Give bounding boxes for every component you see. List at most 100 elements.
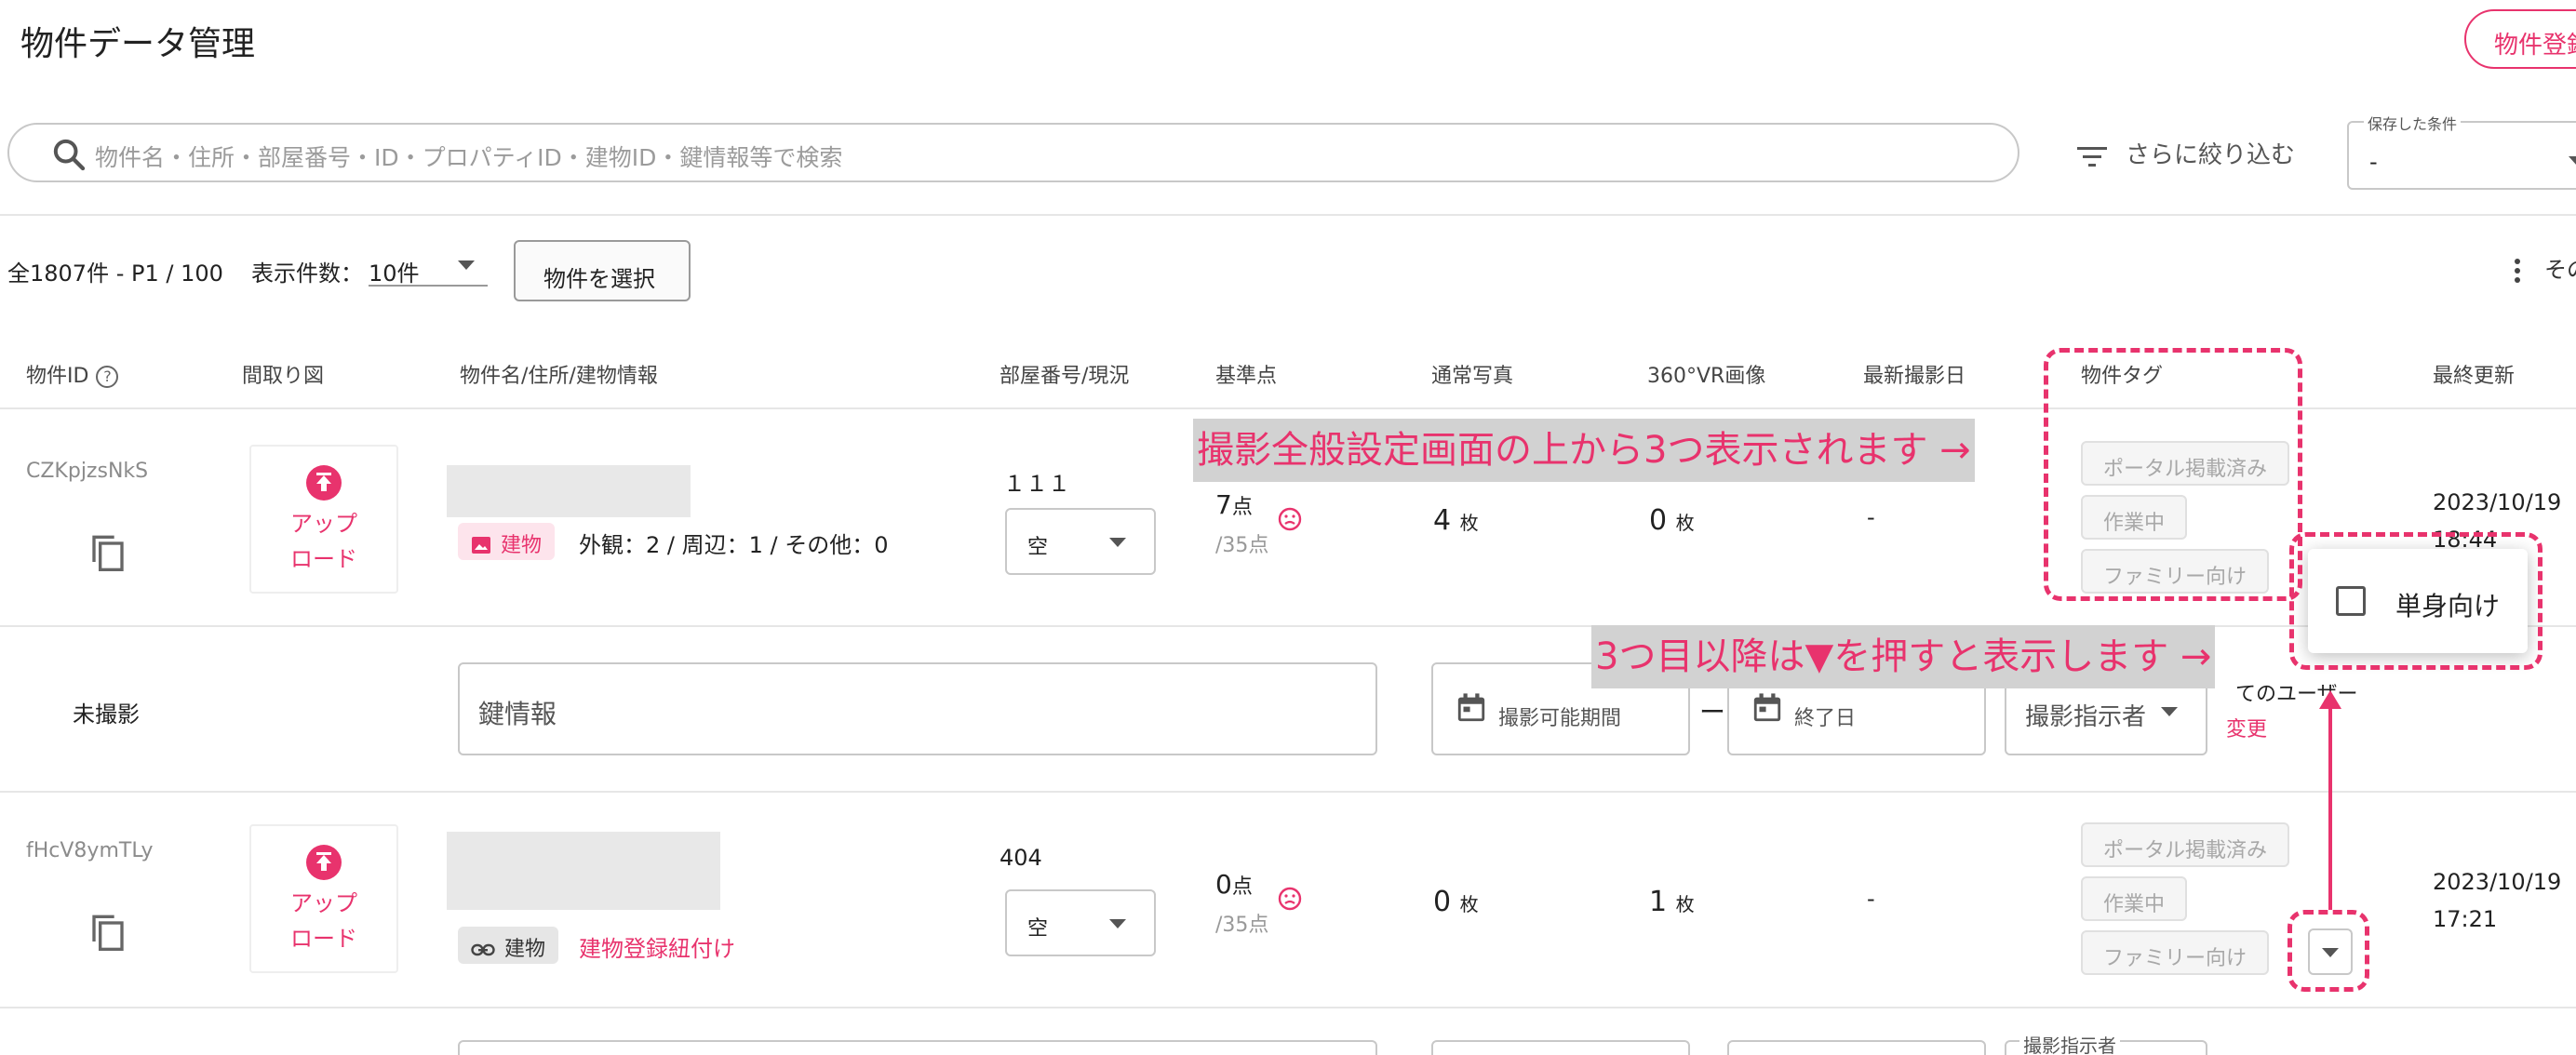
photo-count-value: 4	[1433, 504, 1452, 537]
floorplan-upload-button[interactable]: アップ ロード	[249, 445, 398, 594]
building-chip[interactable]: 建物	[458, 927, 559, 964]
tag-portal[interactable]: ポータル掲載済み	[2081, 822, 2290, 867]
shoot-period-end-input[interactable]	[1727, 1040, 1986, 1055]
chevron-down-icon	[2569, 156, 2576, 166]
search-bar[interactable]: 物件名・住所・部屋番号・ID・プロパティID・建物ID・鍵情報等で検索	[7, 123, 2019, 182]
tag-working[interactable]: 作業中	[2081, 876, 2188, 921]
divider	[0, 791, 2576, 793]
chevron-down-icon	[1109, 538, 1126, 547]
vr-count-value: 0	[1649, 504, 1668, 537]
per-page-select[interactable]: 10件	[369, 246, 488, 287]
property-id: fHcV8ymTLy	[26, 839, 154, 862]
expand-button-highlight-box	[2288, 910, 2369, 992]
photo-count-value: 0	[1433, 886, 1452, 918]
help-icon[interactable]: ?	[96, 366, 119, 388]
upload-label: ロード	[290, 546, 357, 572]
status-value: 空	[1027, 536, 1049, 559]
column-header-score: 基準点	[1215, 365, 1278, 388]
property-name-placeholder	[447, 465, 691, 517]
photo-breakdown: 外観：2 / 周辺：1 / その他：0	[579, 532, 889, 558]
building-link[interactable]: 建物登録紐付け	[579, 930, 735, 963]
column-header-updated: 最終更新	[2433, 365, 2516, 388]
shoot-status: 未撮影	[73, 701, 140, 728]
score-max: /35点	[1215, 914, 1269, 937]
unit-label: 枚	[1459, 893, 1479, 915]
updated-at: 2023/10/19 17:21	[2433, 863, 2561, 938]
search-icon	[53, 139, 86, 171]
column-header-latest-shoot: 最新撮影日	[1863, 365, 1966, 388]
key-info-placeholder: 鍵情報	[478, 699, 557, 729]
register-property-button[interactable]: 物件登録	[2464, 9, 2576, 69]
more-options-button[interactable]: その	[2515, 251, 2576, 287]
room-number: １１１	[1003, 471, 1070, 497]
more-filters-button[interactable]: さらに絞り込む	[2077, 136, 2295, 170]
chevron-down-icon	[2161, 707, 2178, 716]
change-link[interactable]: 変更	[2226, 713, 2267, 742]
status-select[interactable]: 空	[1005, 508, 1156, 575]
tags-highlight-box	[2044, 348, 2302, 601]
updated-date: 2023/10/19	[2433, 489, 2562, 515]
column-header-vr: 360°VR画像	[1647, 365, 1766, 388]
per-page-value: 10件	[369, 260, 420, 287]
column-header-name: 物件名/住所/建物情報	[460, 365, 658, 388]
search-input[interactable]: 物件名・住所・部屋番号・ID・プロパティID・建物ID・鍵情報等で検索	[95, 140, 842, 173]
floorplan-upload-button[interactable]: アップ ロード	[249, 824, 398, 973]
photo-count: 4 枚	[1433, 504, 1479, 537]
page-title: 物件データ管理	[20, 25, 256, 63]
divider	[0, 214, 2576, 216]
calendar-icon	[1753, 693, 1781, 722]
photo-count: 0 枚	[1433, 886, 1479, 918]
column-header-photos: 通常写真	[1431, 365, 1514, 388]
annotation-top: 撮影全般設定画面の上から3つ表示されます →	[1193, 419, 1975, 482]
score-unit: 点	[1231, 875, 1253, 899]
updated-date: 2023/10/19	[2433, 869, 2562, 895]
status-select[interactable]: 空	[1005, 889, 1156, 956]
score-unit: 点	[1231, 496, 1253, 519]
arrow-head-icon	[2319, 690, 2341, 709]
column-header-room: 部屋番号/現況	[1000, 365, 1130, 388]
per-page-label: 表示件数：	[251, 260, 363, 287]
room-number: 404	[1000, 845, 1042, 871]
building-chip-label: 建物	[501, 534, 543, 557]
key-info-input[interactable]	[458, 1040, 1377, 1055]
dropdown-highlight-box	[2289, 532, 2542, 670]
property-id: CZKpjzsNkS	[26, 460, 149, 483]
more-vert-icon	[2515, 255, 2522, 287]
filter-icon	[2077, 146, 2107, 167]
key-info-input[interactable]: 鍵情報	[458, 662, 1377, 755]
copy-icon[interactable]	[89, 912, 127, 953]
annotation-bottom: 3つ目以降は▼を押すと表示します →	[1591, 625, 2216, 688]
column-header-id-label: 物件ID	[26, 365, 89, 388]
result-count: 全1807件 - P1 / 100	[7, 260, 223, 287]
calendar-icon	[1457, 693, 1485, 722]
saved-conditions-select[interactable]: 保存した条件 -	[2347, 112, 2576, 190]
copy-icon[interactable]	[89, 532, 127, 573]
latest-shoot-date: -	[1867, 886, 1875, 912]
chevron-down-icon	[458, 260, 475, 270]
updated-time: 17:21	[2433, 906, 2498, 932]
property-name-placeholder	[447, 832, 720, 910]
unit-label: 枚	[1459, 512, 1479, 534]
column-header-floorplan: 間取り図	[242, 365, 325, 388]
arrow-line	[2328, 707, 2332, 910]
instructor-label: 撮影指示者	[2019, 1031, 2120, 1055]
sad-face-icon	[1278, 887, 1302, 911]
building-chip-label: 建物	[504, 938, 546, 961]
score-max: /35点	[1215, 534, 1269, 557]
saved-conditions-value: -	[2369, 149, 2378, 175]
select-properties-button[interactable]: 物件を選択	[514, 240, 691, 301]
more-options-label: その	[2544, 257, 2576, 283]
score: 0点	[1215, 869, 1253, 900]
upload-label: アップ	[290, 511, 357, 537]
vr-count: 0 枚	[1649, 504, 1695, 537]
unit-label: 枚	[1675, 893, 1695, 915]
tag-family[interactable]: ファミリー向け	[2081, 930, 2270, 975]
end-date-placeholder: 終了日	[1794, 707, 1857, 730]
shoot-period-start-input[interactable]	[1431, 1040, 1690, 1055]
upload-icon	[306, 845, 342, 880]
vr-count: 1 枚	[1649, 886, 1695, 918]
upload-label: ロード	[290, 926, 357, 952]
image-icon	[472, 537, 490, 554]
latest-shoot-date: -	[1867, 504, 1875, 530]
building-chip[interactable]: 建物	[458, 523, 556, 560]
